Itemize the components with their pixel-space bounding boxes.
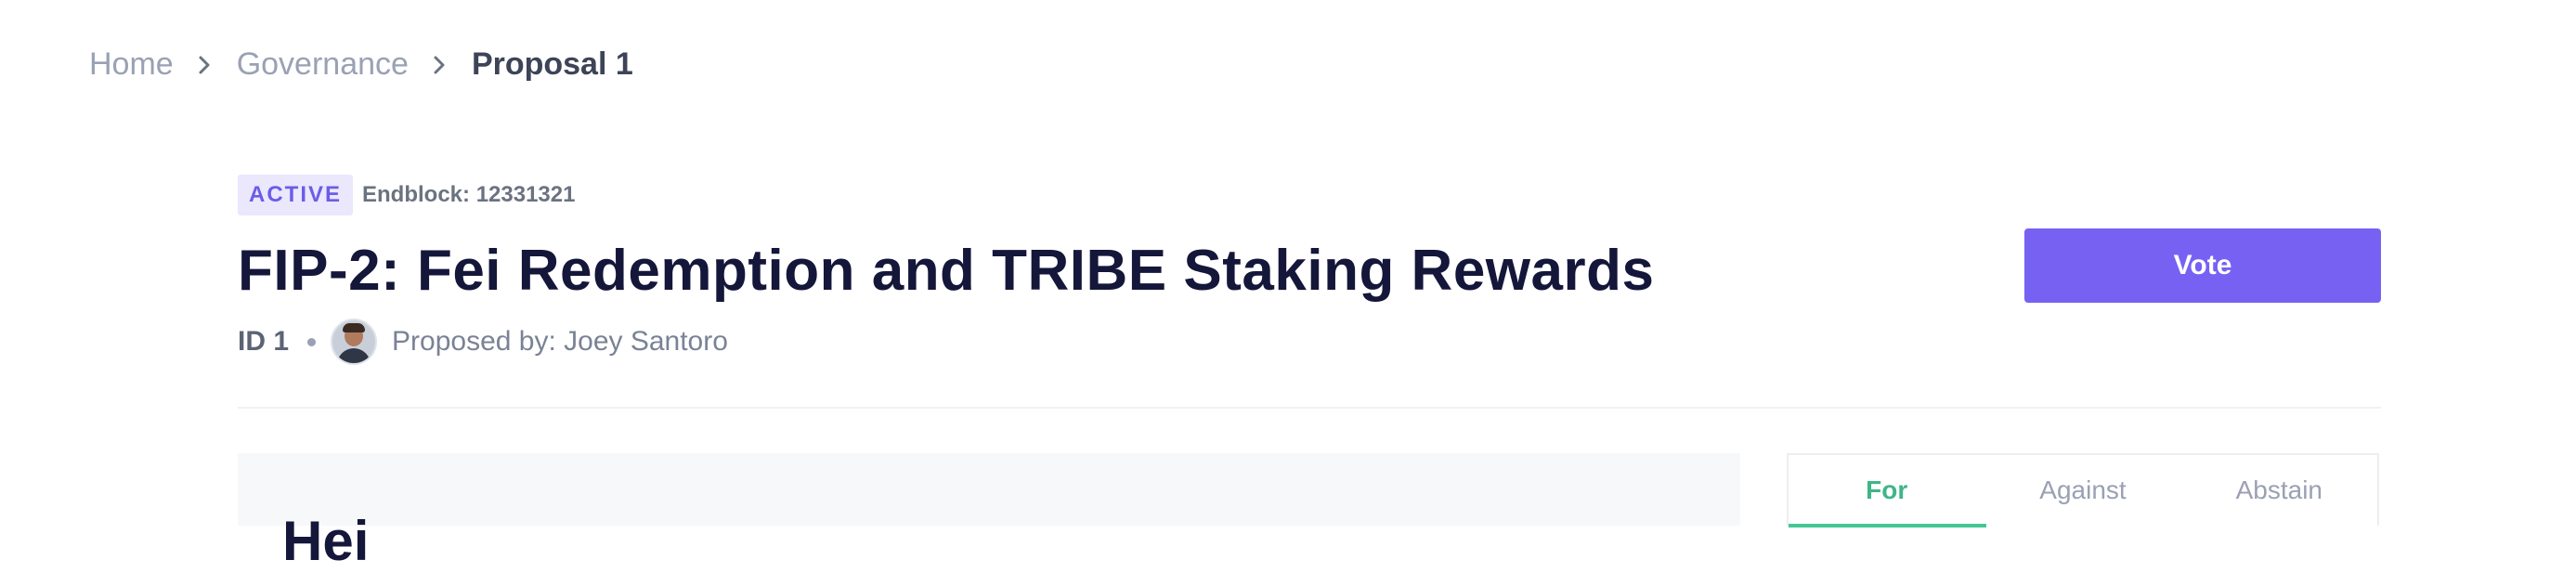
vote-button[interactable]: Vote (2024, 228, 2381, 303)
proposal-meta: ID 1 Proposed by: Joey Santoro (238, 319, 2377, 365)
content-heading: Hei (282, 510, 370, 572)
breadcrumb-current: Proposal 1 (471, 46, 633, 82)
separator-dot (307, 337, 317, 346)
proposed-by: Proposed by: Joey Santoro (392, 326, 728, 357)
breadcrumb: Home Governance Proposal 1 (89, 46, 633, 83)
tab-abstain[interactable]: Abstain (2181, 455, 2377, 526)
chevron-right-icon (196, 53, 213, 77)
breadcrumb-home[interactable]: Home (89, 46, 174, 83)
breadcrumb-governance[interactable]: Governance (237, 46, 409, 83)
status-row: ACTIVE Endblock: 12331321 (238, 175, 2377, 215)
status-badge: ACTIVE (238, 175, 354, 215)
divider (238, 407, 2381, 409)
endblock-label: Endblock: 12331321 (362, 182, 576, 207)
tab-against[interactable]: Against (1984, 455, 2180, 526)
vote-tabs: For Against Abstain (1787, 453, 2379, 527)
chevron-right-icon (431, 53, 448, 77)
proposal-id: ID 1 (238, 326, 290, 357)
proposal-content: Hei (238, 453, 1740, 572)
tab-for[interactable]: For (1789, 455, 1984, 526)
avatar (331, 319, 378, 365)
active-tab-indicator (1789, 524, 1986, 527)
